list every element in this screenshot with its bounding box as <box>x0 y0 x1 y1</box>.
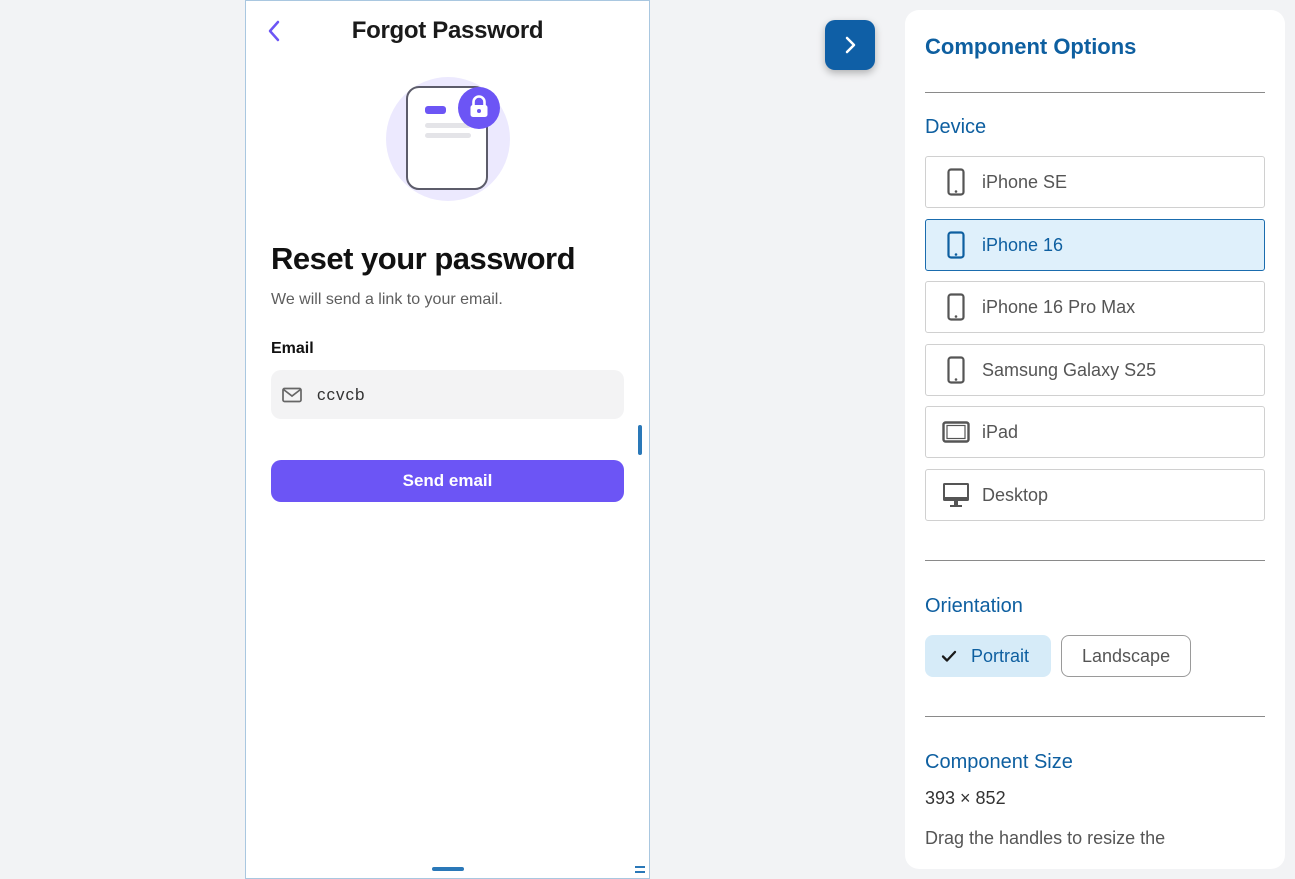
device-option-samsung-galaxy-s25[interactable]: Samsung Galaxy S25 <box>925 344 1265 396</box>
reset-heading: Reset your password <box>271 241 576 276</box>
email-label: Email <box>271 340 314 357</box>
phone-icon <box>942 292 970 322</box>
divider <box>925 92 1265 93</box>
check-icon <box>941 650 957 662</box>
device-label: Desktop <box>982 484 1049 505</box>
resize-handle-bottom[interactable] <box>432 867 464 871</box>
page-title: Forgot Password <box>351 17 544 44</box>
panel-title: Component Options <box>925 34 1137 59</box>
phone-header: Forgot Password <box>246 1 649 61</box>
divider <box>925 560 1265 561</box>
device-label: iPhone 16 Pro Max <box>982 296 1136 317</box>
device-option-desktop[interactable]: Desktop <box>925 469 1265 521</box>
device-option-iphone-16[interactable]: iPhone 16 <box>925 219 1265 271</box>
phone-preview: Forgot Password Reset your password We w… <box>245 0 650 879</box>
device-option-iphone-16-pro-max[interactable]: iPhone 16 Pro Max <box>925 281 1265 333</box>
orientation-portrait-label: Portrait <box>971 645 1030 666</box>
component-size-hint: Drag the handles to resize the <box>925 828 1166 848</box>
email-input[interactable] <box>317 384 597 405</box>
component-size-section-title: Component Size <box>925 751 1073 773</box>
device-label: Samsung Galaxy S25 <box>982 359 1157 380</box>
orientation-landscape-button[interactable]: Landscape <box>1061 635 1191 677</box>
orientation-landscape-label: Landscape <box>1082 645 1171 666</box>
reset-subtitle: We will send a link to your email. <box>271 291 503 308</box>
device-label: iPhone 16 <box>982 234 1064 255</box>
component-options-panel: Component Options Device iPhone SE iPhon… <box>905 10 1285 869</box>
device-label: iPad <box>982 421 1019 442</box>
send-email-button[interactable]: Send email <box>271 460 624 502</box>
component-size-value: 393 × 852 <box>925 788 1006 808</box>
resize-handle-right[interactable] <box>638 425 642 455</box>
tablet-icon <box>942 417 970 447</box>
email-field[interactable] <box>271 370 624 419</box>
device-label: iPhone SE <box>982 171 1068 192</box>
phone-icon <box>942 167 970 197</box>
desktop-icon <box>942 480 970 510</box>
resize-handle-corner[interactable] <box>635 866 645 873</box>
toggle-panel-button[interactable] <box>825 20 875 70</box>
chevron-right-icon <box>845 36 856 54</box>
mail-icon <box>282 387 302 402</box>
device-option-iphone-se[interactable]: iPhone SE <box>925 156 1265 208</box>
orientation-section-title: Orientation <box>925 595 1023 617</box>
device-option-ipad[interactable]: iPad <box>925 406 1265 458</box>
phone-icon <box>942 230 970 260</box>
phone-icon <box>942 355 970 385</box>
divider <box>925 716 1265 717</box>
device-section-title: Device <box>925 116 987 138</box>
orientation-portrait-button[interactable]: Portrait <box>925 635 1051 677</box>
document-lock-illustration <box>386 77 510 201</box>
